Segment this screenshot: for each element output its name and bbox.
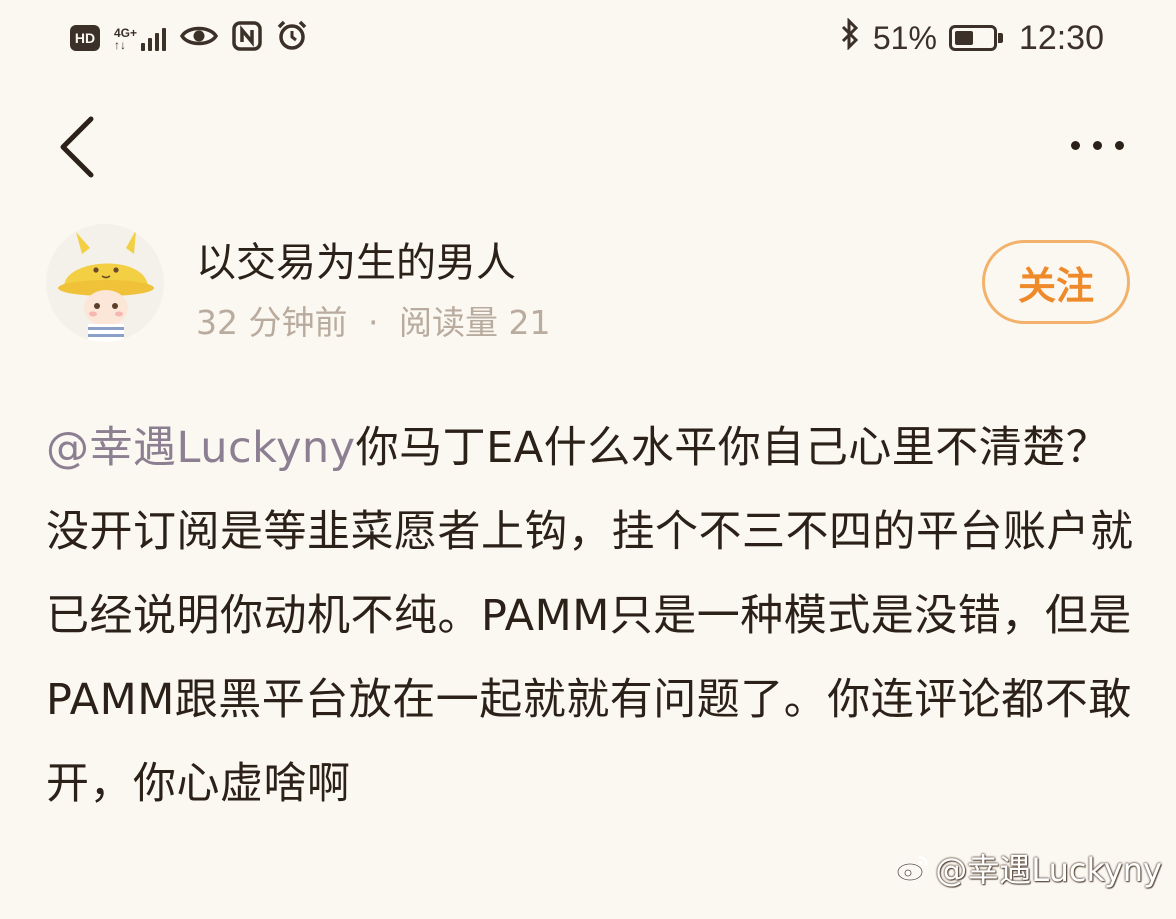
bluetooth-icon bbox=[839, 17, 861, 58]
network-type: 4G+ ↑↓ bbox=[114, 27, 137, 51]
status-left-icons: HD 4G+ ↑↓ bbox=[70, 16, 308, 60]
battery-percent: 51% bbox=[872, 19, 937, 56]
mention-link[interactable]: @幸遇Luckyny bbox=[46, 423, 356, 473]
eye-icon bbox=[179, 23, 219, 53]
avatar[interactable] bbox=[46, 224, 164, 342]
signal-bar bbox=[141, 43, 146, 51]
post-meta: 32 分钟前 · 阅读量 21 bbox=[196, 296, 550, 344]
signal-bars bbox=[141, 25, 167, 51]
watermark: @幸遇Luckyny bbox=[895, 845, 1162, 891]
follow-button[interactable]: 关注 bbox=[982, 240, 1130, 324]
post-time: 32 分钟前 bbox=[196, 303, 348, 342]
status-bar: HD 4G+ ↑↓ 51% 12:30 bbox=[0, 0, 1176, 78]
signal-icon: 4G+ ↑↓ bbox=[114, 25, 167, 51]
back-button[interactable] bbox=[42, 112, 112, 182]
hd-icon: HD bbox=[70, 25, 100, 51]
post-text: 你马丁EA什么水平你自己心里不清楚？没开订阅是等韭菜愿者上钩，挂个不三不四的平台… bbox=[46, 423, 1134, 809]
author-header: 以交易为生的男人 32 分钟前 · 阅读量 21 关注 bbox=[0, 218, 1176, 348]
chevron-left-icon bbox=[60, 116, 94, 178]
more-button[interactable] bbox=[1062, 120, 1132, 170]
clock-time: 12:30 bbox=[1018, 18, 1104, 57]
battery-fill bbox=[954, 31, 973, 45]
avatar-cartoon-icon bbox=[46, 224, 164, 342]
more-dots-icon bbox=[1092, 140, 1102, 150]
more-dots-icon bbox=[1070, 140, 1080, 150]
network-activity-label: ↑↓ bbox=[114, 38, 126, 52]
read-count: 阅读量 21 bbox=[398, 303, 551, 342]
nfc-icon bbox=[232, 21, 262, 55]
nav-bar bbox=[0, 92, 1176, 202]
watermark-text: @幸遇Luckyny bbox=[935, 851, 1162, 889]
post-content: @幸遇Luckyny你马丁EA什么水平你自己心里不清楚？没开订阅是等韭菜愿者上钩… bbox=[46, 406, 1136, 826]
weibo-logo-icon bbox=[897, 855, 928, 882]
more-dots-icon bbox=[1114, 140, 1124, 150]
signal-bar bbox=[155, 33, 160, 51]
signal-bar bbox=[162, 28, 167, 51]
battery-icon bbox=[948, 25, 1003, 51]
signal-bar bbox=[148, 38, 153, 51]
meta-separator: · bbox=[367, 303, 379, 342]
author-name[interactable]: 以交易为生的男人 bbox=[196, 230, 516, 288]
alarm-icon bbox=[276, 20, 308, 56]
status-right-icons: 51% 12:30 bbox=[839, 16, 1104, 60]
